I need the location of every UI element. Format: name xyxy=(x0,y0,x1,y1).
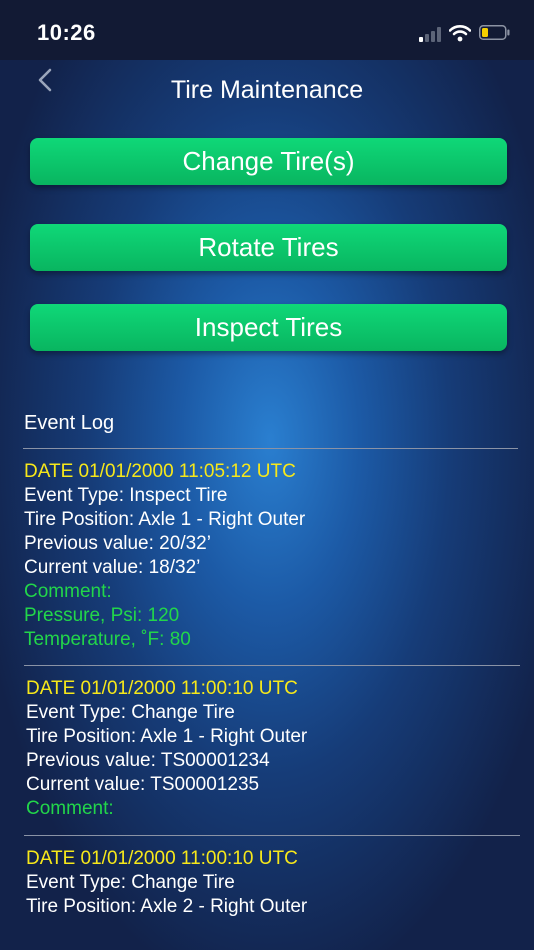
entry-event-type: Event Type: Inspect Tire xyxy=(24,485,228,506)
entry-event-type: Event Type: Change Tire xyxy=(26,702,235,723)
entry-event-type: Event Type: Change Tire xyxy=(26,872,235,893)
rotate-tires-button[interactable]: Rotate Tires xyxy=(30,224,507,271)
entry-divider xyxy=(24,835,520,836)
event-log-entry: DATE 01/01/2000 11:00:10 UTC Event Type:… xyxy=(26,677,307,821)
event-log-entry: DATE 01/01/2000 11:00:10 UTC Event Type:… xyxy=(26,847,307,919)
event-log-heading: Event Log xyxy=(24,412,115,434)
page-title: Tire Maintenance xyxy=(170,76,364,104)
entry-comment: Comment: xyxy=(24,581,112,602)
cellular-signal-icon xyxy=(419,26,443,42)
entry-tire-position: Tire Position: Axle 1 - Right Outer xyxy=(26,726,308,747)
entry-previous-value: Previous value: 20/32’ xyxy=(24,533,211,554)
entry-date: DATE 01/01/2000 11:00:10 UTC xyxy=(26,678,298,699)
entry-pressure: Pressure, Psi: 120 xyxy=(24,605,180,626)
entry-tire-position: Tire Position: Axle 2 - Right Outer xyxy=(26,896,308,917)
inspect-tires-button[interactable]: Inspect Tires xyxy=(30,304,507,351)
entry-current-value: Current value: 18/32’ xyxy=(24,557,201,578)
status-bar: 10:26 xyxy=(0,0,534,60)
event-log-entry: DATE 01/01/2000 11:05:12 UTC Event Type:… xyxy=(24,460,305,652)
entry-current-value: Current value: TS00001235 xyxy=(26,774,260,795)
event-log-divider xyxy=(23,448,518,449)
entry-date: DATE 01/01/2000 11:05:12 UTC xyxy=(24,461,296,482)
entry-tire-position: Tire Position: Axle 1 - Right Outer xyxy=(24,509,306,530)
entry-comment: Comment: xyxy=(26,798,114,819)
entry-temperature: Temperature, ˚F: 80 xyxy=(24,629,191,650)
entry-date: DATE 01/01/2000 11:00:10 UTC xyxy=(26,848,298,869)
battery-icon xyxy=(479,25,510,40)
change-tires-button[interactable]: Change Tire(s) xyxy=(30,138,507,185)
status-time: 10:26 xyxy=(37,20,96,45)
wifi-icon xyxy=(449,25,471,42)
entry-divider xyxy=(24,665,520,666)
entry-previous-value: Previous value: TS00001234 xyxy=(26,750,270,771)
